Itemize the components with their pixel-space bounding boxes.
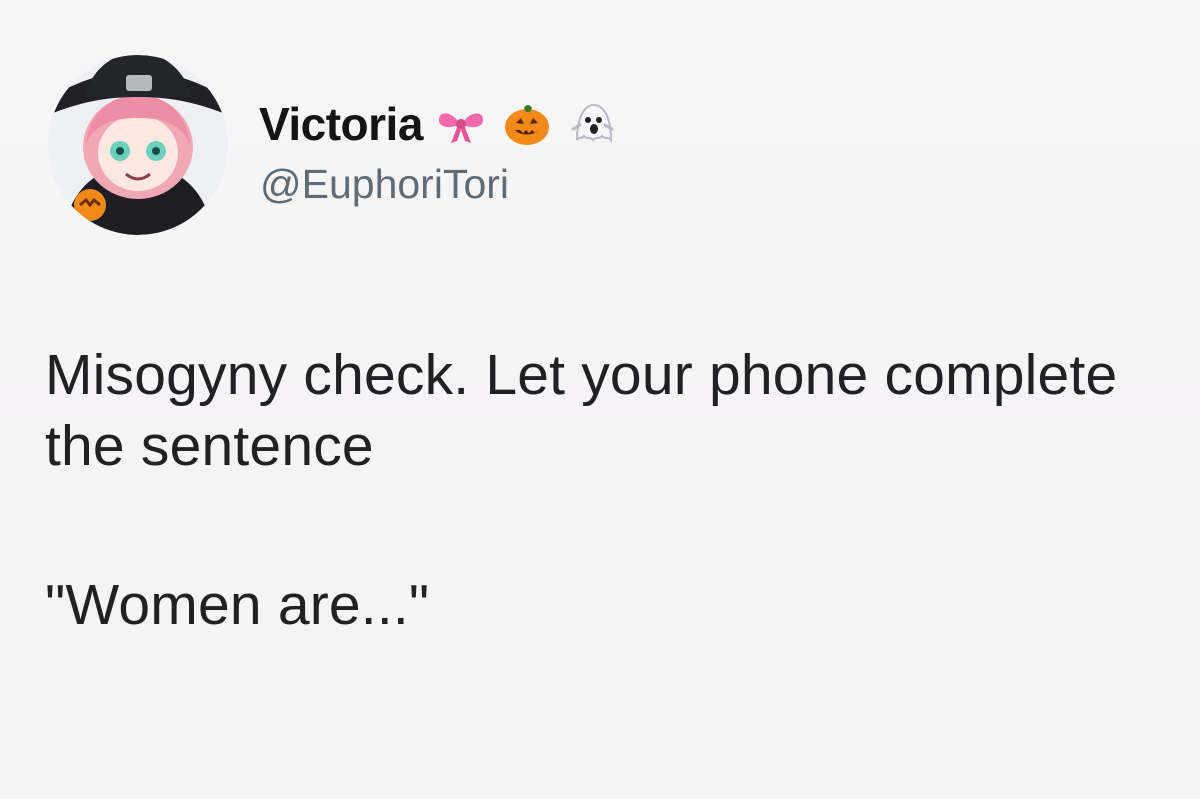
author-row: Victoria: [259, 92, 621, 156]
bow-icon: [433, 96, 489, 152]
tweet-quote-line: "Women are...": [45, 573, 430, 637]
jack-o-lantern-icon: [499, 96, 555, 152]
anime-witch-avatar-icon: [48, 55, 228, 235]
tweet-card: Victoria @EuphoriTori Misogyny check. Le…: [0, 0, 1200, 799]
author-handle[interactable]: @EuphoriTori: [260, 164, 509, 205]
display-name[interactable]: Victoria: [259, 101, 423, 147]
tweet-text: Misogyny check. Let your phone complete …: [45, 343, 1118, 478]
ghost-icon: [565, 96, 621, 152]
avatar[interactable]: [48, 55, 228, 235]
